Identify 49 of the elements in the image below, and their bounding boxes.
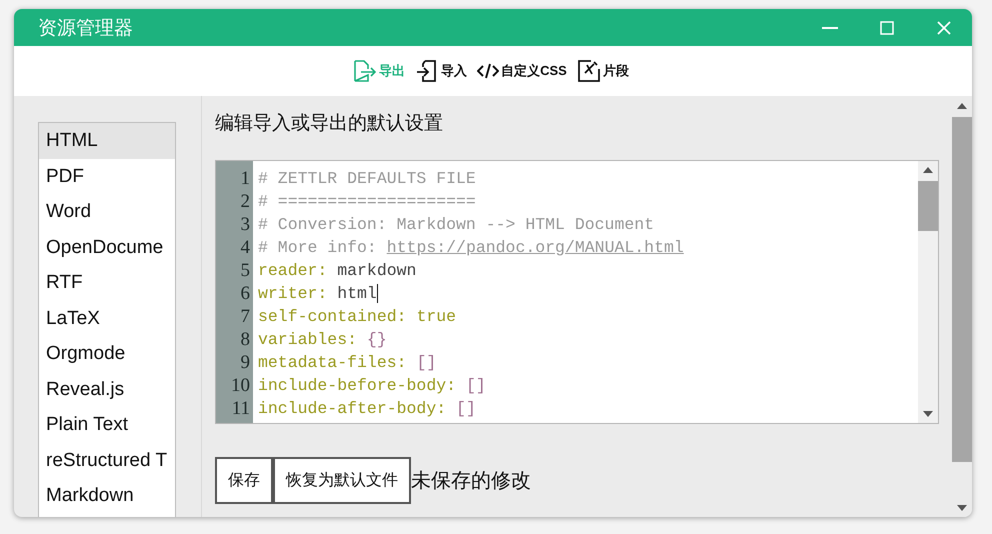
code-text: variables: xyxy=(258,330,358,349)
line-number: 3 xyxy=(240,213,251,236)
maximize-icon xyxy=(880,20,894,34)
code-text: metadata-files: xyxy=(258,353,408,372)
line-number: 8 xyxy=(240,328,251,351)
code-text: [] xyxy=(416,353,436,372)
save-button[interactable]: 保存 xyxy=(215,457,273,504)
code-icon xyxy=(477,63,500,79)
unsaved-status: 未保存的修改 xyxy=(411,469,531,494)
code-text: true xyxy=(416,307,456,326)
code-text: [] xyxy=(456,399,476,418)
close-icon xyxy=(936,20,950,34)
code-text: writer: xyxy=(258,284,328,303)
window-title: 资源管理器 xyxy=(38,16,134,40)
toolbar-tab[interactable]: 导入 xyxy=(415,59,468,83)
toolbar-tab[interactable]: 自定义CSS xyxy=(477,62,567,80)
page-scrollbar[interactable] xyxy=(952,96,972,517)
code-text: [] xyxy=(466,376,486,395)
export-icon xyxy=(351,59,378,83)
code-text: html xyxy=(337,284,377,303)
format-item[interactable]: HTML xyxy=(39,123,175,158)
code-text: include-before-body: xyxy=(258,376,458,395)
code-text: markdown xyxy=(337,261,416,280)
code-text: {} xyxy=(366,330,387,349)
line-number: 4 xyxy=(240,236,251,259)
restore-default-button[interactable]: 恢复为默认文件 xyxy=(273,457,411,504)
scroll-thumb[interactable] xyxy=(952,117,972,462)
minimize-icon xyxy=(822,26,838,28)
toolbar-tab[interactable]: 片段 xyxy=(576,59,629,83)
snippet-icon xyxy=(576,59,601,83)
section-heading: 编辑导入或导出的默认设置 xyxy=(215,112,444,136)
scroll-thumb[interactable] xyxy=(918,181,938,231)
code-text: include-after-body: xyxy=(258,399,448,418)
line-number: 5 xyxy=(240,259,251,282)
line-number: 10 xyxy=(230,374,251,397)
code-text: # Conversion: Markdown --> HTML Document xyxy=(258,215,654,234)
line-number: 6 xyxy=(240,282,251,305)
code-editor[interactable] xyxy=(215,160,939,424)
code-text: # More info: xyxy=(258,238,378,257)
editor-scrollbar[interactable] xyxy=(918,161,938,423)
code-text: # ZETTLR DEFAULTS FILE xyxy=(258,169,476,188)
code-text: reader: xyxy=(258,261,328,280)
line-number: 1 xyxy=(240,167,251,190)
line-number: 11 xyxy=(230,397,251,420)
line-number: 2 xyxy=(240,190,251,213)
line-number: 9 xyxy=(240,351,251,374)
code-text: self-contained: xyxy=(258,307,408,326)
line-number: 7 xyxy=(240,305,251,328)
code-text: # ==================== xyxy=(258,192,476,211)
